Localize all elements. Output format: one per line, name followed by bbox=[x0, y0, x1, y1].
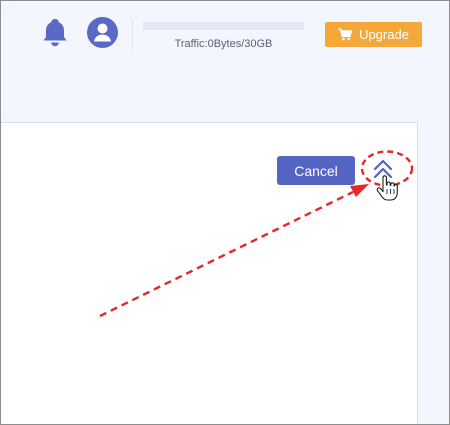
cart-icon bbox=[338, 28, 353, 41]
avatar-icon[interactable] bbox=[87, 17, 118, 48]
main-panel bbox=[1, 122, 418, 424]
traffic-progress-bar bbox=[143, 22, 304, 30]
bell-icon[interactable] bbox=[41, 17, 69, 47]
upgrade-button[interactable]: Upgrade bbox=[325, 22, 422, 47]
header-divider bbox=[132, 19, 133, 49]
upgrade-label: Upgrade bbox=[359, 27, 409, 42]
traffic-label: Traffic:0Bytes/30GB bbox=[174, 38, 273, 50]
hand-pointer-icon bbox=[376, 175, 398, 201]
cancel-button[interactable]: Cancel bbox=[277, 156, 355, 185]
app-window: Traffic:0Bytes/30GB Upgrade Cancel bbox=[0, 0, 450, 425]
